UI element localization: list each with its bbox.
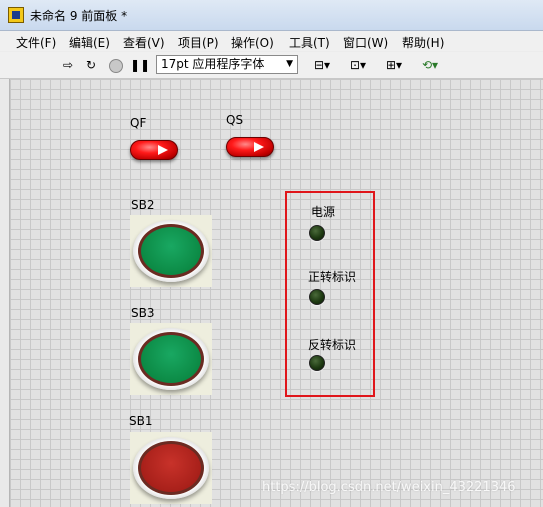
sb3-label: SB3 [131,306,155,320]
sb1-button-ring [138,441,204,495]
font-select[interactable]: 17pt 应用程序字体 ▼ [156,55,298,74]
menu-tools[interactable]: 工具(T) [289,34,330,51]
abort-icon[interactable] [108,56,124,74]
reorder-icon[interactable]: ⟲▾ [416,56,444,74]
menu-bar: 文件(F) 编辑(E) 查看(V) 项目(P) 操作(O) 工具(T) 窗口(W… [0,31,543,51]
sb1-label: SB1 [129,414,153,428]
run-continuously-icon[interactable]: ↻ [82,56,100,74]
distribute-objects-icon[interactable]: ⊡▾ [344,56,372,74]
run-arrow-icon[interactable]: ⇨ [60,56,76,74]
sb2-label: SB2 [131,198,155,212]
toolbar: ⇨ ↻ ❚❚ 17pt 应用程序字体 ▼ ⊟▾ ⊡▾ ⊞▾ ⟲▾ [0,52,543,79]
menu-file[interactable]: 文件(F) [16,34,56,51]
forward-led[interactable] [309,289,325,305]
sb3-button-ring [138,332,204,386]
sb3-button-face [141,335,201,383]
font-select-value: 17pt 应用程序字体 [161,57,265,71]
menu-edit[interactable]: 编辑(E) [69,34,110,51]
power-label: 电源 [311,205,336,219]
window-title: 未命名 9 前面板 * [30,9,128,23]
sb2-button[interactable] [130,215,212,287]
forward-label: 正转标识 [308,270,357,284]
sb2-button-face [141,227,201,275]
title-bar: 未命名 9 前面板 * [0,0,543,31]
sb2-button-bezel [133,220,209,282]
menu-help[interactable]: 帮助(H) [402,34,444,51]
chevron-down-icon: ▼ [286,59,293,69]
menu-view[interactable]: 查看(V) [123,34,165,51]
sb1-button[interactable] [130,432,212,504]
qs-indicator[interactable] [226,137,274,157]
qf-indicator[interactable] [130,140,178,160]
sb3-button-bezel [133,328,209,390]
reverse-led[interactable] [309,355,325,371]
sb2-button-ring [138,224,204,278]
labview-app-icon [8,7,24,23]
menu-window[interactable]: 窗口(W) [343,34,388,51]
qs-label: QS [226,113,244,127]
pause-icon[interactable]: ❚❚ [130,56,150,74]
sb1-button-face [141,444,201,492]
reverse-label: 反转标识 [308,338,357,352]
align-objects-icon[interactable]: ⊟▾ [308,56,336,74]
resize-objects-icon[interactable]: ⊞▾ [380,56,408,74]
sb3-button[interactable] [130,323,212,395]
power-led[interactable] [309,225,325,241]
qf-label: QF [130,116,147,130]
panel-left-strip [0,79,10,507]
sb1-button-bezel [133,437,209,499]
menu-project[interactable]: 项目(P) [178,34,219,51]
front-panel-canvas[interactable] [10,79,543,507]
indicator-highlight-box [285,191,375,397]
menu-operate[interactable]: 操作(O) [231,34,274,51]
watermark: https://blog.csdn.net/weixin_43221346 [262,480,516,495]
